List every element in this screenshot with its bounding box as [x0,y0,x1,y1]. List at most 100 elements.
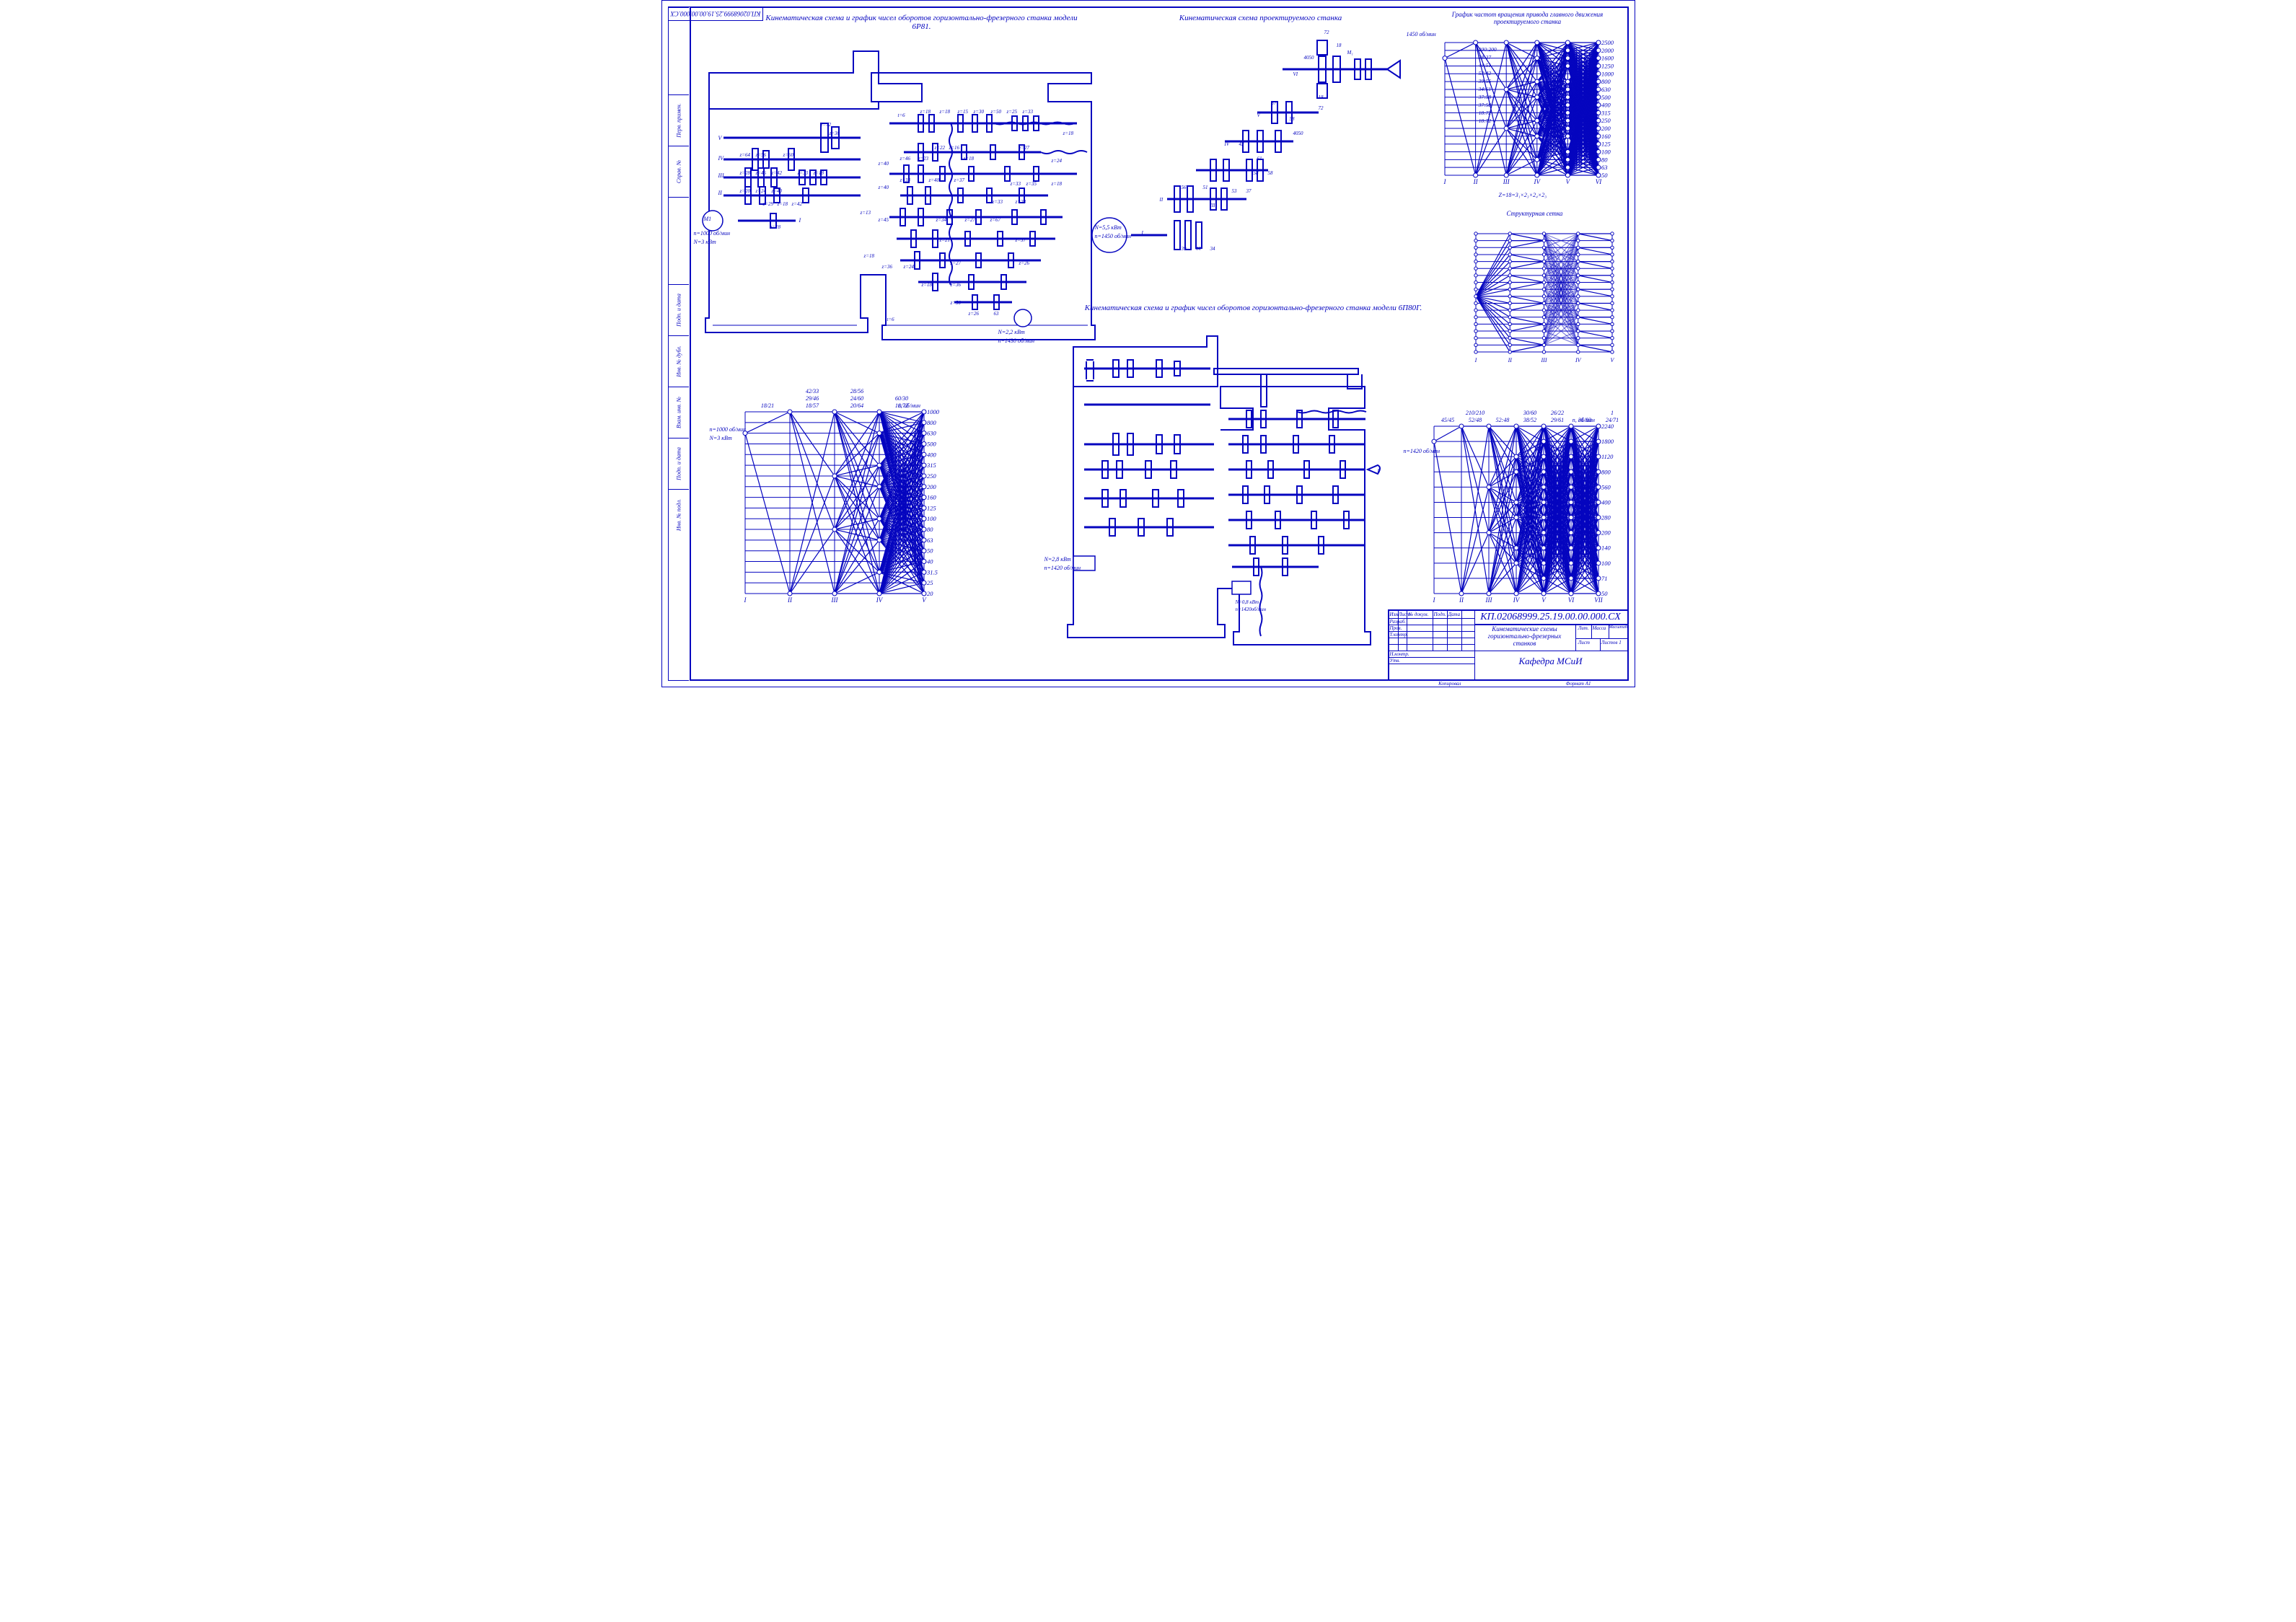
svg-text:280: 280 [1601,514,1611,521]
z: z=27 [965,217,975,223]
pg: 72 [1324,30,1329,35]
z-label: z=72 [821,122,831,128]
svg-text:400: 400 [1601,498,1611,506]
pg: 61 [1257,156,1262,162]
svg-text:1800: 1800 [1601,438,1614,445]
pg: 58 [1268,170,1273,176]
svg-text:400: 400 [1601,102,1611,109]
svg-text:1600: 1600 [1601,55,1614,62]
svg-text:2500: 2500 [1601,39,1614,46]
svg-text:28/56: 28/56 [850,388,863,395]
svg-text:45/45: 45/45 [1441,417,1453,423]
svg-text:IV: IV [1574,357,1581,363]
z: z=21 [940,237,950,243]
svg-text:200: 200 [927,483,937,490]
tbr: Т.контр. [1390,632,1409,638]
z: z=36 [882,264,892,270]
z: z=24 [1052,158,1062,164]
footer-l: Копировал [1438,681,1461,687]
roman: III [718,172,724,179]
pg: 53 [1232,188,1237,194]
z: z=57 [1016,237,1026,243]
svg-text:80: 80 [927,526,933,533]
z: z=15 [958,109,968,115]
proj-formula: Z=18=3₁×2₃×2₄×2₃ [1499,192,1547,198]
z: z=45 [879,217,889,223]
svg-text:315: 315 [926,462,936,469]
svg-text:315: 315 [1601,109,1611,116]
footer-r: Формат A1 [1566,681,1591,687]
pg: 56 [1182,185,1187,190]
svg-text:140: 140 [1601,545,1611,552]
z: z=40 [929,177,939,183]
tb-n2: горизонтально-фрезерных [1476,633,1574,640]
svg-text:V: V [1541,596,1547,604]
svg-text:26/22: 26/22 [1550,410,1563,416]
pg: 18 [1337,43,1342,48]
tbrr: Листов 1 [1601,640,1622,645]
svg-text:210/210: 210/210 [1465,410,1484,416]
side-label: Перв. примен. [675,103,682,137]
scheme-projected [1102,26,1391,257]
title-6p80g: Кинематическая схема и график чисел обор… [1081,304,1427,312]
z-label: z=33 [798,170,808,176]
z-label: z=42 [772,170,782,176]
z: z=27 [1019,145,1029,151]
z-label: z=46 [756,170,766,176]
motor-m1-label: M1 [704,216,712,222]
z: z=18 [1063,131,1073,136]
c1-in-pw: N=3 кВт [710,435,732,441]
pg: 58 [1254,170,1259,176]
z: z=35 [1026,181,1037,187]
m5-rpm: n=1420об/мин [1236,607,1267,612]
z: z=16 [949,145,959,151]
tbrr: Лист [1578,640,1590,645]
c1-in-rpm: n=1000 об/мин [710,426,747,433]
z: z=40 [879,185,889,190]
svg-text:42/33: 42/33 [805,388,818,395]
z: z=28 [1016,199,1026,205]
tbcr: Масштаб [1609,625,1628,630]
svg-text:2000: 2000 [1601,47,1614,54]
pg: 4050 [1304,55,1314,61]
svg-text:II: II [787,596,793,604]
pg: 42 [1239,141,1244,147]
pg: 51 [1203,185,1208,190]
svg-text:III: III [1485,596,1492,604]
motor-m1-pw: N=3 кВт [694,239,716,245]
chart-proj-rpm: IIIIIIIVVVI25002000160012501000800630500… [1430,30,1629,188]
tb-dept: Кафедра МСиИ [1476,656,1626,667]
z-label: z=30 [830,131,840,136]
svg-text:52:48: 52:48 [1495,417,1509,423]
z-label: z=60 [783,152,793,158]
pg: 18 [1319,94,1324,100]
svg-text:31/83: 31/83 [1577,417,1591,423]
z: t=6 [898,113,905,118]
svg-text:630: 630 [927,430,937,437]
svg-text:250: 250 [1601,117,1611,124]
svg-text:53:42: 53:42 [1478,70,1491,76]
chart-6p80g-rpm: IIIIIIIVVVIVII22401800112080056040028020… [1420,405,1629,607]
z: z=24 [904,264,914,270]
svg-text:100: 100 [1601,560,1611,567]
pg: 72 [1319,105,1324,111]
pg: V [1257,113,1260,118]
pg: 37 [1272,100,1277,106]
svg-text:800: 800 [1601,78,1611,85]
svg-text:80: 80 [1601,156,1608,163]
tb-code: КП.02068999.25.19.00.00.000.СХ [1476,612,1626,623]
tbc: № докум. [1409,612,1429,617]
z: z=36 [951,282,961,288]
svg-text:37:58: 37:58 [1477,102,1491,108]
svg-text:31.5: 31.5 [926,568,938,576]
z-label: z=64 [740,152,750,158]
z-label: z=42 [792,201,802,207]
chart-struct-net: IIIIIIIVV [1463,221,1625,365]
z: 63 [994,311,999,317]
z: z=26 [969,311,979,317]
svg-text:50: 50 [1601,590,1608,597]
title-struct-net: Структурная сетка [1477,210,1593,217]
svg-text:37:58: 37:58 [1477,94,1491,100]
svg-text:100: 100 [927,515,937,522]
z: z=18 [922,282,932,288]
